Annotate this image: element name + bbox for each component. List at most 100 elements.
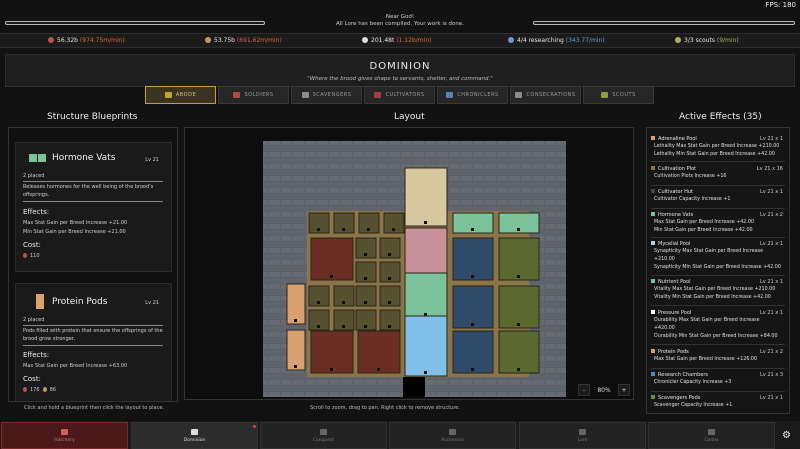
door-marker (377, 368, 380, 371)
zoom-in-button[interactable]: + (618, 384, 630, 396)
gear-icon[interactable]: ⚙ (782, 430, 791, 441)
olive-pool[interactable] (498, 330, 540, 374)
blueprint-name: Hormone Vats (52, 153, 116, 163)
progress-bar-right (533, 21, 795, 25)
cost-value: 110 (23, 253, 40, 259)
door-marker (342, 228, 345, 231)
blueprint-level: Lv 21 (145, 300, 159, 306)
door-marker (392, 228, 395, 231)
red-pool[interactable] (310, 237, 354, 281)
effect-icon (651, 395, 655, 399)
drop-icon (23, 387, 27, 392)
scout-icon (675, 37, 681, 43)
tab-abode[interactable]: ABODE (145, 86, 216, 104)
effect-icon (651, 166, 655, 170)
tab-scouts[interactable]: SCOUTS (583, 86, 654, 104)
door-marker (424, 371, 427, 374)
nutrient-pool[interactable] (404, 272, 448, 319)
door-marker (317, 301, 320, 304)
book-icon (446, 92, 454, 98)
door-marker (388, 301, 391, 304)
nav-lore[interactable]: Lore (519, 422, 646, 449)
research-icon (508, 37, 514, 43)
nav-conquest[interactable]: Conquest (260, 422, 387, 449)
mycelial-pool[interactable] (404, 227, 448, 279)
effect-icon (651, 212, 655, 216)
effects-header: Active Effects (35) (679, 112, 762, 122)
fps-counter: FPS: 180 (765, 1, 796, 9)
door-marker (317, 228, 320, 231)
resource-brood: 56.32b (974.75m/min) (48, 37, 125, 44)
effect-icon (651, 241, 655, 245)
blueprint-card-hormone-vats[interactable]: Hormone Vats Lv 21 2 placed Releases hor… (15, 142, 172, 272)
tab-cultivators[interactable]: CULTIVATORS (364, 86, 435, 104)
effect-item: Adrenaline Pool Lv 21 x 1 Lethality Max St… (651, 136, 785, 162)
effect-item: Scavengers Pods Lv 21 x 1 Scavenger Capaci… (651, 395, 785, 413)
effect-icon (651, 189, 655, 193)
door-marker (364, 325, 367, 328)
divider (23, 201, 163, 202)
tab-chroniclers[interactable]: CHRONICLERS (437, 86, 508, 104)
hormone-vats-icon-b (38, 154, 46, 162)
notice-title: Near God! (385, 14, 415, 20)
red-pool[interactable] (310, 330, 354, 374)
tab-scavengers[interactable]: SCAVENGERS (291, 86, 362, 104)
tab-consecrations[interactable]: CONSECRATIONS (510, 86, 581, 104)
blue-pool[interactable] (452, 330, 494, 374)
blueprint-placed: 2 placed (23, 173, 45, 179)
effect-item: Cultivation Plot Lv 21 x 16 Cultivation Pl… (651, 166, 785, 186)
protein-pod[interactable] (286, 329, 306, 371)
effect-item: Nutrient Pool Lv 21 x 1 Vitality Max Stat … (651, 279, 785, 306)
protein-pod[interactable] (286, 283, 306, 325)
door-marker (342, 301, 345, 304)
effect-item: Hormone Vats Lv 21 x 2 Max Stat Gain per B… (651, 212, 785, 238)
crown-icon (61, 428, 68, 435)
nav-ascension[interactable]: Ascension (389, 422, 516, 449)
meat-icon (42, 387, 47, 392)
adrenaline-pool[interactable] (404, 167, 448, 227)
divider (23, 325, 163, 326)
door-marker (517, 228, 520, 231)
effect-icon (651, 136, 655, 140)
drop-icon (48, 37, 54, 43)
star-icon (449, 428, 456, 435)
red-pool[interactable] (357, 330, 401, 374)
sword-icon (233, 92, 241, 98)
blueprint-desc: Pods filled with protein that ensure the… (23, 328, 163, 342)
tab-soldiers[interactable]: SOLDIERS (218, 86, 289, 104)
notification-dot (253, 425, 256, 428)
door-marker (294, 365, 297, 368)
door-marker (388, 253, 391, 256)
zoom-out-button[interactable]: - (578, 384, 590, 396)
olive-pool[interactable] (498, 237, 540, 281)
blueprints-header: Structure Blueprints (47, 112, 138, 122)
active-effects-list[interactable]: Adrenaline Pool Lv 21 x 1 Lethality Max St… (646, 127, 790, 414)
hormone-vats-icon (29, 154, 37, 162)
blueprint-list[interactable]: Hormone Vats Lv 21 2 placed Releases hor… (8, 127, 178, 402)
nav-hatchery[interactable]: Hatchery (1, 422, 128, 449)
page-header: DOMINION "Where the brood gives shape to… (5, 54, 795, 87)
drop-icon (23, 253, 27, 258)
nav-codex[interactable]: Codex (648, 422, 775, 449)
zoom-level: 80% (597, 386, 611, 394)
effect-item: Mycelial Pool Lv 21 x 1 Synapticity Max St… (651, 241, 785, 276)
home-icon (164, 92, 172, 98)
resource-research: 4/4 researching (343.77/min) (508, 37, 605, 44)
door-marker (388, 325, 391, 328)
effect-icon (651, 372, 655, 376)
layout-grid[interactable] (185, 128, 635, 401)
pressure-pool[interactable] (404, 315, 448, 377)
door-marker (342, 325, 345, 328)
door-marker (471, 275, 474, 278)
page-subtitle: "Where the brood gives shape to servants… (307, 76, 493, 82)
blue-pool[interactable] (452, 237, 494, 281)
door-marker (471, 228, 474, 231)
layout-canvas[interactable] (184, 127, 634, 400)
blue-pool[interactable] (452, 285, 494, 329)
door-marker (294, 319, 297, 322)
olive-pool[interactable] (498, 285, 540, 329)
entrance (403, 376, 425, 397)
blueprint-card-protein-pods[interactable]: Protein Pods Lv 21 2 placed Pods filled … (15, 283, 172, 401)
door-marker (517, 368, 520, 371)
nav-dominion[interactable]: Dominion (131, 422, 258, 449)
